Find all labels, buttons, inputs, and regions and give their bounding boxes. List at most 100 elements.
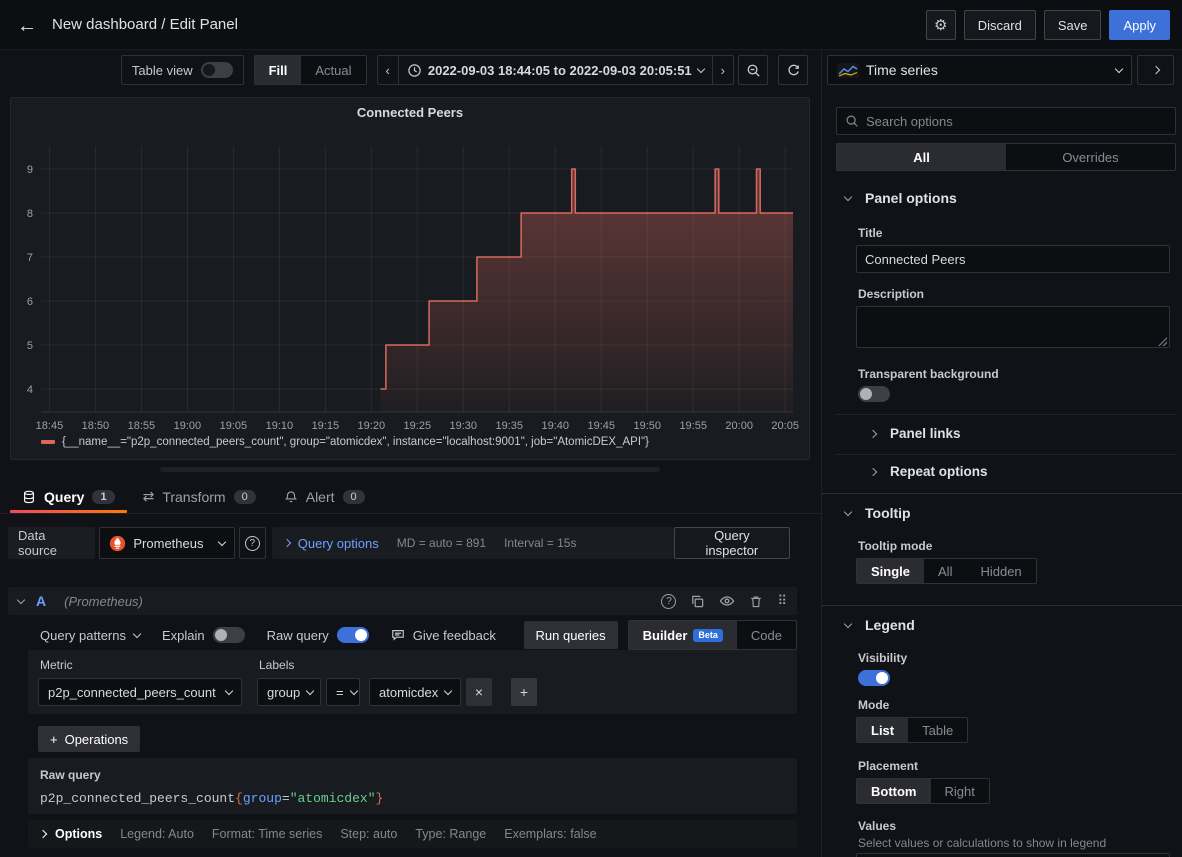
transparent-bg-toggle[interactable] xyxy=(858,386,890,402)
run-queries-button[interactable]: Run queries xyxy=(524,621,618,649)
plus-icon: + xyxy=(50,732,58,747)
builder-code-group: Builder Beta Code xyxy=(628,620,797,650)
panel-description-textarea[interactable] xyxy=(856,306,1170,348)
section-tooltip[interactable]: Tooltip xyxy=(845,505,911,521)
collapse-options-pane-button[interactable] xyxy=(1137,55,1174,85)
query-help-button[interactable]: ? xyxy=(661,594,676,609)
metric-value: p2p_connected_peers_count xyxy=(48,685,216,700)
fill-option[interactable]: Fill xyxy=(255,56,302,84)
query-patterns-dropdown[interactable]: Query patterns xyxy=(40,628,140,643)
chevron-down-icon xyxy=(306,686,314,694)
chevron-right-icon xyxy=(869,467,877,475)
table-view-label: Table view xyxy=(132,63,193,78)
options-search xyxy=(836,107,1176,135)
back-button[interactable]: ← xyxy=(14,13,40,39)
refresh-button[interactable] xyxy=(778,55,808,85)
table-view-control: Table view xyxy=(121,55,244,85)
time-shift-forward-button[interactable]: › xyxy=(712,56,733,84)
editor-resize-handle[interactable] xyxy=(160,467,660,472)
visualization-name: Time series xyxy=(866,62,938,78)
chevron-down-icon xyxy=(696,64,704,72)
datasource-help-button[interactable]: ? xyxy=(239,527,266,559)
chevron-right-icon xyxy=(1151,66,1159,74)
query-inspector-button[interactable]: Query inspector xyxy=(674,527,790,559)
section-panel-links[interactable]: Panel links xyxy=(870,426,961,441)
time-shift-back-button[interactable]: ‹ xyxy=(378,56,398,84)
query-patterns-label: Query patterns xyxy=(40,628,126,643)
dashboard-settings-button[interactable]: ⚙ xyxy=(926,10,956,40)
discard-button[interactable]: Discard xyxy=(964,10,1036,40)
tab-transform[interactable]: ⇄ Transform 0 xyxy=(129,480,270,513)
builder-mode-option[interactable]: Builder Beta xyxy=(629,621,737,649)
panel-title-input[interactable] xyxy=(856,245,1170,273)
tooltip-mode-hidden[interactable]: Hidden xyxy=(966,559,1035,583)
chevron-right-icon xyxy=(283,539,291,547)
timeseries-chart[interactable]: 45678918:4518:5018:5519:0019:0519:1019:1… xyxy=(11,134,811,434)
datasource-label: Data source xyxy=(8,527,95,559)
tab-query[interactable]: Query 1 xyxy=(8,480,129,513)
explain-toggle[interactable] xyxy=(213,627,245,643)
option-legend: Legend: Auto xyxy=(120,827,194,841)
section-panel-options[interactable]: Panel options xyxy=(845,190,957,206)
legend-mode-list[interactable]: List xyxy=(857,718,908,742)
delete-query-button[interactable] xyxy=(749,594,763,609)
section-legend[interactable]: Legend xyxy=(845,617,915,633)
actual-option[interactable]: Actual xyxy=(301,56,365,84)
trash-icon xyxy=(749,594,763,609)
legend-swatch xyxy=(41,440,55,444)
label-key-select[interactable]: group xyxy=(257,678,321,706)
page-title: New dashboard / Edit Panel xyxy=(52,16,238,33)
time-range-button[interactable]: 2022-09-03 18:44:05 to 2022-09-03 20:05:… xyxy=(398,56,712,84)
code-mode-option[interactable]: Code xyxy=(737,621,796,649)
query-ref-id: A xyxy=(36,593,46,609)
legend-placement-bottom[interactable]: Bottom xyxy=(857,779,931,803)
query-options-toggle[interactable]: Query options xyxy=(284,536,379,551)
give-feedback-link[interactable]: Give feedback xyxy=(391,628,496,643)
add-operations-button[interactable]: + Operations xyxy=(38,726,140,752)
label-value-select[interactable]: atomicdex xyxy=(369,678,461,706)
datasource-picker[interactable]: Prometheus xyxy=(99,527,234,559)
visualization-picker[interactable]: Time series xyxy=(827,55,1132,85)
label-operator-select[interactable]: = xyxy=(326,678,360,706)
svg-text:19:40: 19:40 xyxy=(541,420,569,432)
hide-query-button[interactable] xyxy=(719,593,735,609)
labels-label: Labels xyxy=(259,658,294,672)
section-repeat-options[interactable]: Repeat options xyxy=(870,464,988,479)
chevron-right-icon xyxy=(39,830,47,838)
chevron-down-icon xyxy=(844,507,852,515)
duplicate-query-button[interactable] xyxy=(690,594,705,609)
zoom-out-button[interactable] xyxy=(738,55,768,85)
chevron-down-icon xyxy=(844,619,852,627)
legend-values-input[interactable] xyxy=(856,853,1170,857)
save-button[interactable]: Save xyxy=(1044,10,1102,40)
comment-icon xyxy=(391,628,405,642)
metric-select[interactable]: p2p_connected_peers_count xyxy=(38,678,242,706)
add-label-filter-button[interactable]: + xyxy=(511,678,537,706)
legend-placement-right[interactable]: Right xyxy=(931,779,989,803)
tab-alert[interactable]: Alert 0 xyxy=(270,480,379,513)
zoom-out-icon xyxy=(746,63,761,78)
table-view-toggle[interactable] xyxy=(201,62,233,78)
svg-text:9: 9 xyxy=(27,164,33,176)
tooltip-mode-all[interactable]: All xyxy=(924,559,966,583)
apply-button[interactable]: Apply xyxy=(1109,10,1170,40)
raw-query-toggle[interactable] xyxy=(337,627,369,643)
drag-handle[interactable]: ⠿ xyxy=(777,593,787,609)
options-expander[interactable]: Options xyxy=(40,827,102,841)
legend-mode-group: List Table xyxy=(856,717,968,743)
tooltip-mode-single[interactable]: Single xyxy=(857,559,924,583)
tab-all[interactable]: All xyxy=(837,144,1006,170)
query-row-header[interactable]: A (Prometheus) ? ⠿ xyxy=(8,587,797,615)
chevron-down-icon xyxy=(349,686,357,694)
legend-mode-table[interactable]: Table xyxy=(908,718,967,742)
option-format: Format: Time series xyxy=(212,827,322,841)
tab-alert-label: Alert xyxy=(306,489,335,505)
remove-label-filter-button[interactable]: × xyxy=(466,678,492,706)
tab-overrides[interactable]: Overrides xyxy=(1006,144,1175,170)
query-options-label: Query options xyxy=(298,536,379,551)
chart-legend[interactable]: {__name__="p2p_connected_peers_count", g… xyxy=(41,436,649,448)
options-search-input[interactable] xyxy=(866,114,1167,129)
collapse-chevron-icon[interactable] xyxy=(17,595,25,603)
legend-visibility-toggle[interactable] xyxy=(858,670,890,686)
legend-series-name: {__name__="p2p_connected_peers_count", g… xyxy=(62,436,649,448)
